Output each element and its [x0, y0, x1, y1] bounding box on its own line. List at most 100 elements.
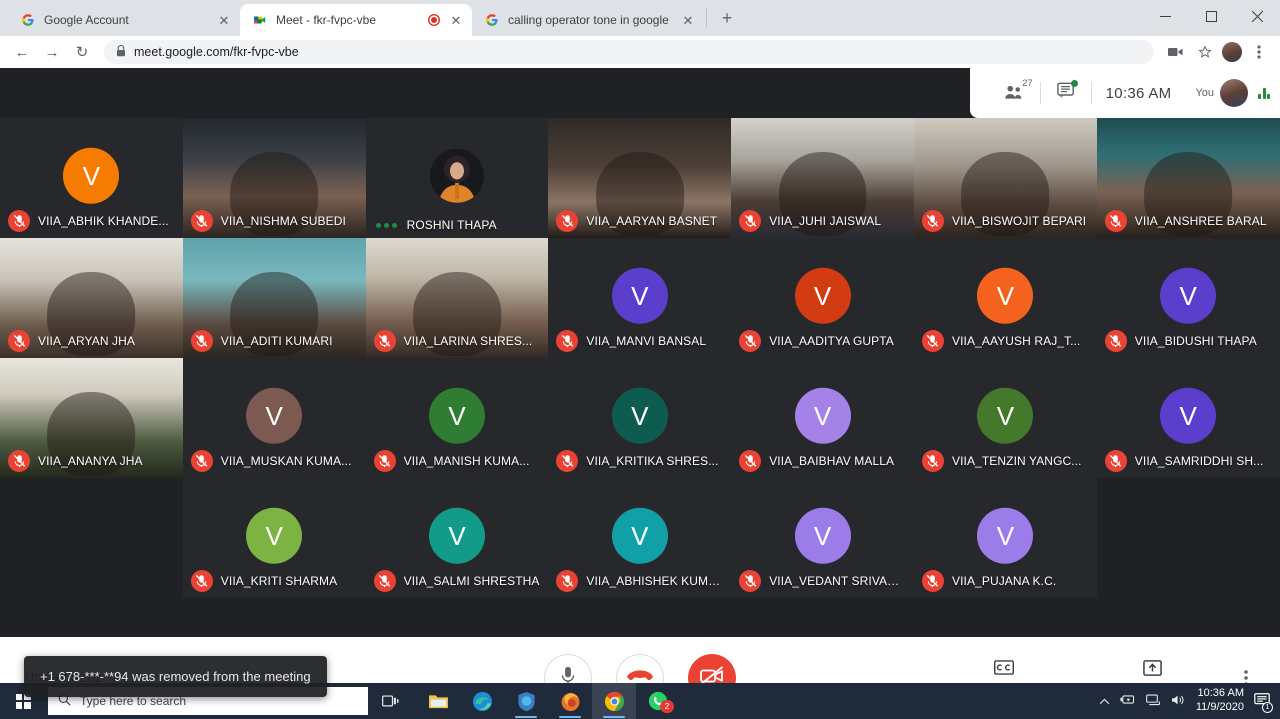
taskbar-time: 10:36 AM [1198, 687, 1244, 701]
address-bar[interactable]: meet.google.com/fkr-fvpc-vbe [104, 40, 1154, 64]
closed-captions-icon [994, 659, 1014, 677]
participant-tile[interactable]: ROSHNI THAPA [366, 118, 549, 238]
participant-tile[interactable]: VVIIA_SALMI SHRESTHA [366, 478, 549, 598]
participant-footer: VIIA_ANSHREE BARAL [1097, 210, 1280, 232]
back-button[interactable]: ← [8, 38, 36, 66]
window-close-button[interactable] [1234, 0, 1280, 32]
participant-tile[interactable]: VIIA_ANANYA JHA [0, 358, 183, 478]
participant-footer: VIIA_ABHISHEK KUMAR_VER... [548, 570, 731, 592]
participant-tile[interactable]: VVIIA_KRITI SHARMA [183, 478, 366, 598]
taskbar-app-microsoft-edge[interactable] [460, 683, 504, 719]
participant-footer: VIIA_NISHMA SUBEDI [183, 210, 366, 232]
participant-initial-avatar: V [977, 268, 1033, 324]
participant-tile[interactable]: VVIIA_ABHISHEK KUMAR_VER... [548, 478, 731, 598]
tab-close-icon[interactable]: ✕ [448, 12, 464, 28]
tray-chevron-up-icon[interactable] [1099, 694, 1110, 708]
taskbar-app-edge-dev[interactable] [504, 683, 548, 719]
microphone-muted-icon [922, 450, 944, 472]
participant-footer: VIIA_BIDUSHI THAPA [1097, 330, 1280, 352]
participant-tile[interactable]: VVIIA_MANVI BANSAL [548, 238, 731, 358]
profile-avatar[interactable] [1222, 42, 1242, 62]
participant-footer: VIIA_MUSKAN KUMA... [183, 450, 366, 472]
window-maximize-button[interactable] [1188, 0, 1234, 32]
chat-button[interactable] [1041, 82, 1091, 104]
meet-header-pill: 27 10:36 AM You [970, 68, 1280, 118]
participant-name: VIIA_JUHI JAISWAL [769, 214, 881, 228]
participants-count: 27 [1022, 79, 1033, 89]
participant-tile[interactable]: VVIIA_VEDANT SRIVASTAVA [731, 478, 914, 598]
new-tab-button[interactable]: + [713, 4, 741, 32]
participant-initial-avatar: V [246, 508, 302, 564]
microphone-muted-icon [556, 330, 578, 352]
participant-tile[interactable]: VIIA_LARINA SHRES... [366, 238, 549, 358]
taskbar-clock[interactable]: 10:36 AM 11/9/2020 [1196, 687, 1244, 715]
participant-tile[interactable]: VIIA_ANSHREE BARAL [1097, 118, 1280, 238]
participant-tile[interactable]: VVIIA_BIDUSHI THAPA [1097, 238, 1280, 358]
browser-chrome: Google Account ✕ Meet - fkr-fvpc-vbe ✕ [0, 0, 1280, 68]
kebab-menu-icon[interactable] [1246, 39, 1272, 65]
firefox-icon [559, 690, 581, 712]
app-running-indicator [603, 716, 625, 718]
participant-footer: VIIA_AAYUSH RAJ_T... [914, 330, 1097, 352]
reload-button[interactable]: ↻ [68, 38, 96, 66]
browser-tab-2[interactable]: calling operator tone in google m ✕ [472, 4, 704, 36]
star-icon[interactable] [1192, 39, 1218, 65]
participant-tile[interactable]: VIIA_ADITI KUMARI [183, 238, 366, 358]
microphone-muted-icon [191, 450, 213, 472]
participant-initial-avatar: V [795, 388, 851, 444]
browser-tab-1[interactable]: Meet - fkr-fvpc-vbe ✕ [240, 4, 472, 36]
taskbar-app-file-explorer[interactable] [416, 683, 460, 719]
battery-icon[interactable] [1120, 694, 1136, 708]
self-avatar [1220, 79, 1248, 107]
participant-initial-avatar: V [795, 268, 851, 324]
participant-name: VIIA_ANANYA JHA [38, 454, 143, 468]
meet-header: 27 10:36 AM You [0, 68, 1280, 118]
participant-tile[interactable]: V VIIA_AAYUSH RAJ_T... [914, 238, 1097, 358]
microphone-muted-icon [374, 330, 396, 352]
participant-name: VIIA_AAYUSH RAJ_T... [952, 334, 1081, 348]
participant-tile[interactable]: VVIIA_MANISH KUMA... [366, 358, 549, 478]
app-badge-count: 2 [660, 700, 674, 713]
participant-tile[interactable]: VIIA_JUHI JAISWAL [731, 118, 914, 238]
taskbar-app-firefox[interactable] [548, 683, 592, 719]
participant-tile[interactable]: VIIA_AARYAN BASNET [548, 118, 731, 238]
participant-tile[interactable]: VVIIA_AADITYA GUPTA [731, 238, 914, 358]
tab-recording-icon [428, 14, 440, 26]
participant-tile[interactable]: VVIIA_ABHIK KHANDE... [0, 118, 183, 238]
participant-initial-avatar: V [612, 388, 668, 444]
participant-tile[interactable]: VVIIA_PUJANA K.C. [914, 478, 1097, 598]
participant-name: VIIA_LARINA SHRES... [404, 334, 533, 348]
tab-close-icon[interactable]: ✕ [680, 12, 696, 28]
participant-footer: VIIA_JUHI JAISWAL [731, 210, 914, 232]
participant-initial-avatar: V [246, 388, 302, 444]
toast-message: +1 678-***-**94 was removed from the mee… [40, 669, 311, 684]
participant-footer: VIIA_SALMI SHRESTHA [366, 570, 549, 592]
forward-button[interactable]: → [38, 38, 66, 66]
participant-tile[interactable]: VVIIA_KRITIKA SHRES... [548, 358, 731, 478]
participant-tile[interactable]: VIIA_BISWOJIT BEPARI [914, 118, 1097, 238]
participants-button[interactable]: 27 [988, 84, 1040, 103]
participant-tile[interactable]: VVIIA_SAMRIDDHI SH... [1097, 358, 1280, 478]
microphone-muted-icon [739, 330, 761, 352]
participant-tile[interactable]: VVIIA_BAIBHAV MALLA [731, 358, 914, 478]
present-screen-icon [1143, 659, 1162, 677]
participant-tile[interactable]: V VIIA_MUSKAN KUMA... [183, 358, 366, 478]
cast-video-icon[interactable] [1162, 39, 1188, 65]
network-icon[interactable] [1146, 694, 1161, 709]
participant-tile[interactable]: VIIA_NISHMA SUBEDI [183, 118, 366, 238]
tab-close-icon[interactable]: ✕ [216, 12, 232, 28]
address-bar-url: meet.google.com/fkr-fvpc-vbe [134, 45, 299, 59]
window-minimize-button[interactable] [1142, 0, 1188, 32]
taskbar-app-whatsapp[interactable]: 2 [636, 683, 680, 719]
task-view-button[interactable] [368, 683, 412, 719]
self-view-indicator[interactable]: You [1185, 79, 1270, 107]
participant-tile[interactable]: VVIIA_TENZIN YANGC... [914, 358, 1097, 478]
taskbar-app-google-chrome[interactable] [592, 683, 636, 719]
notification-center-button[interactable]: 1 [1254, 693, 1270, 710]
browser-tab-0[interactable]: Google Account ✕ [8, 4, 240, 36]
volume-icon[interactable] [1171, 694, 1186, 709]
participant-name: VIIA_SAMRIDDHI SH... [1135, 454, 1264, 468]
participant-tile[interactable]: VIIA_ARYAN JHA [0, 238, 183, 358]
participant-name: ROSHNI THAPA [407, 218, 497, 232]
chat-icon [1057, 82, 1075, 104]
